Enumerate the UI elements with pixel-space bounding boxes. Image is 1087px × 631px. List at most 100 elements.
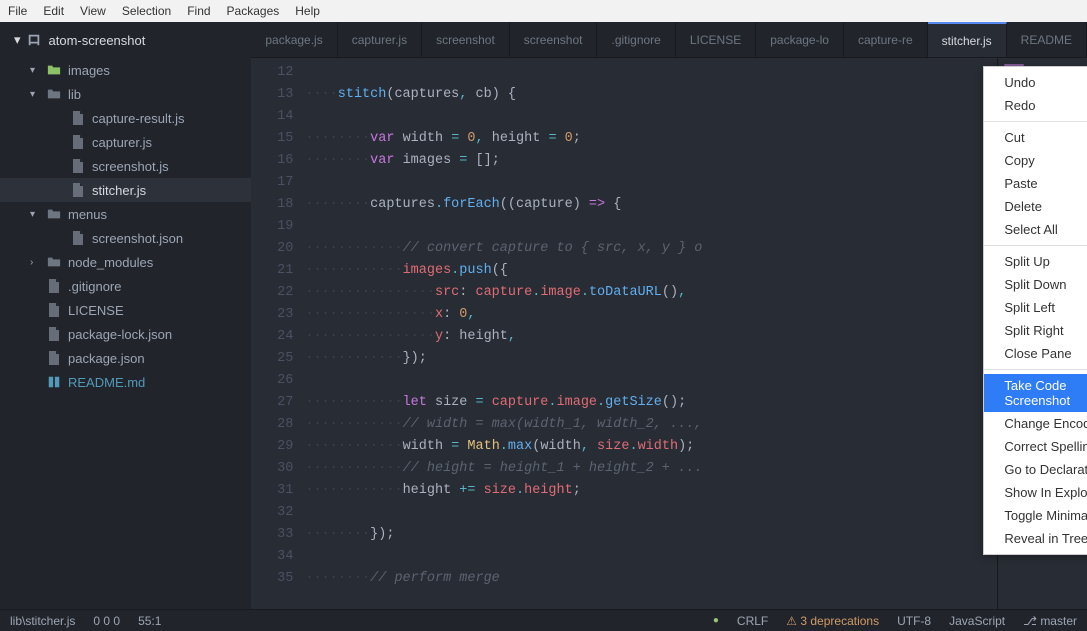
file-icon xyxy=(46,351,62,365)
tab-bar: package.jscapturer.jsscreenshotscreensho… xyxy=(251,22,1087,58)
context-menu-show-in-explorer[interactable]: Show In Explorer xyxy=(984,481,1087,504)
context-menu-reveal-in-tree-view[interactable]: Reveal in Tree View xyxy=(984,527,1087,550)
folder-icon xyxy=(46,87,62,101)
context-menu-delete[interactable]: Delete xyxy=(984,195,1087,218)
status-dot-icon: ● xyxy=(713,615,719,626)
status-path[interactable]: lib\stitcher.js xyxy=(10,614,75,628)
context-menu-separator xyxy=(984,369,1087,370)
status-bar: lib\stitcher.js 0 0 0 55:1 ● CRLF ⚠ 3 de… xyxy=(0,609,1087,631)
context-menu-split-left[interactable]: Split Left xyxy=(984,296,1087,319)
menu-selection[interactable]: Selection xyxy=(122,4,171,18)
tab-screenshot[interactable]: screenshot xyxy=(510,22,598,57)
tab-stitcher-js[interactable]: stitcher.js xyxy=(928,22,1007,57)
tab--gitignore[interactable]: .gitignore xyxy=(597,22,675,57)
editor-area: package.jscapturer.jsscreenshotscreensho… xyxy=(251,22,1087,609)
status-grammar[interactable]: JavaScript xyxy=(949,614,1005,628)
git-branch-icon: ⎇ xyxy=(1023,614,1037,628)
menu-help[interactable]: Help xyxy=(295,4,320,18)
tree-label: package.json xyxy=(68,351,145,366)
file-icon xyxy=(70,111,86,125)
tree-label: screenshot.json xyxy=(92,231,183,246)
workspace: ▾ atom-screenshot ▾images▾libcapture-res… xyxy=(0,22,1087,609)
context-menu-toggle-minimap[interactable]: Toggle Minimap xyxy=(984,504,1087,527)
tree-label: lib xyxy=(68,87,81,102)
context-menu-change-encoding[interactable]: Change Encoding xyxy=(984,412,1087,435)
gutter: 1213141516171819202122232425262728293031… xyxy=(251,58,305,609)
file-icon xyxy=(70,183,86,197)
tree-label: package-lock.json xyxy=(68,327,172,342)
tree-folder-images[interactable]: ▾images xyxy=(0,58,251,82)
project-name: atom-screenshot xyxy=(49,33,146,48)
file-icon xyxy=(70,135,86,149)
file-icon xyxy=(46,279,62,293)
repo-icon xyxy=(27,33,41,47)
tree-file-stitcher-js[interactable]: stitcher.js xyxy=(0,178,251,202)
status-diagnostics[interactable]: 0 0 0 xyxy=(93,614,120,628)
tree-file-capturer-js[interactable]: capturer.js xyxy=(0,130,251,154)
context-menu-close-pane[interactable]: Close Pane xyxy=(984,342,1087,365)
tree-file-package-json[interactable]: package.json xyxy=(0,346,251,370)
context-menu-split-up[interactable]: Split Up xyxy=(984,250,1087,273)
sidebar: ▾ atom-screenshot ▾images▾libcapture-res… xyxy=(0,22,251,609)
menubar: File Edit View Selection Find Packages Help xyxy=(0,0,1087,22)
tree-label: images xyxy=(68,63,110,78)
menu-edit[interactable]: Edit xyxy=(43,4,64,18)
context-menu-paste[interactable]: Paste xyxy=(984,172,1087,195)
tree-folder-menus[interactable]: ▾menus xyxy=(0,202,251,226)
status-cursor[interactable]: 55:1 xyxy=(138,614,161,628)
tree-file-license[interactable]: LICENSE xyxy=(0,298,251,322)
tree-file-readme-md[interactable]: README.md xyxy=(0,370,251,394)
context-menu-go-to-declaration[interactable]: Go to Declaration xyxy=(984,458,1087,481)
tree-folder-node-modules[interactable]: ›node_modules xyxy=(0,250,251,274)
context-menu-correct-spelling[interactable]: Correct Spelling xyxy=(984,435,1087,458)
tree-label: capturer.js xyxy=(92,135,152,150)
menu-find[interactable]: Find xyxy=(187,4,210,18)
status-deprecations[interactable]: ⚠ 3 deprecations xyxy=(786,614,879,628)
status-branch[interactable]: ⎇ master xyxy=(1023,614,1077,628)
context-menu-copy[interactable]: Copy xyxy=(984,149,1087,172)
tab-capture-re[interactable]: capture-re xyxy=(844,22,928,57)
context-menu-undo[interactable]: Undo xyxy=(984,71,1087,94)
tree-file--gitignore[interactable]: .gitignore xyxy=(0,274,251,298)
tree-label: .gitignore xyxy=(68,279,121,294)
tab-package-lo[interactable]: package-lo xyxy=(756,22,844,57)
tab-license[interactable]: LICENSE xyxy=(676,22,756,57)
menu-file[interactable]: File xyxy=(8,4,27,18)
tab-readme[interactable]: README xyxy=(1007,22,1087,57)
tree-label: node_modules xyxy=(68,255,153,270)
tree-label: LICENSE xyxy=(68,303,124,318)
context-menu-separator xyxy=(984,245,1087,246)
tree-folder-lib[interactable]: ▾lib xyxy=(0,82,251,106)
file-icon xyxy=(70,231,86,245)
tree-file-capture-result-js[interactable]: capture-result.js xyxy=(0,106,251,130)
context-menu-split-right[interactable]: Split Right xyxy=(984,319,1087,342)
status-eol[interactable]: CRLF xyxy=(737,614,768,628)
chevron-down-icon: ▾ xyxy=(14,32,21,48)
file-icon xyxy=(46,327,62,341)
context-menu-take-code-screenshot[interactable]: Take Code Screenshot xyxy=(984,374,1087,412)
folder-icon xyxy=(46,255,62,269)
tree-file-screenshot-js[interactable]: screenshot.js xyxy=(0,154,251,178)
file-icon xyxy=(46,303,62,317)
tab-capturer-js[interactable]: capturer.js xyxy=(338,22,422,57)
tab-screenshot[interactable]: screenshot xyxy=(422,22,510,57)
status-encoding[interactable]: UTF-8 xyxy=(897,614,931,628)
code-editor[interactable]: ····stitch(captures, cb) { ········var w… xyxy=(305,58,997,609)
context-menu-split-down[interactable]: Split Down xyxy=(984,273,1087,296)
menu-packages[interactable]: Packages xyxy=(227,4,280,18)
tree-file-package-lock-json[interactable]: package-lock.json xyxy=(0,322,251,346)
folder-icon xyxy=(46,207,62,221)
context-menu-select-all[interactable]: Select All xyxy=(984,218,1087,241)
context-menu: UndoRedo CutCopyPasteDeleteSelect All Spli… xyxy=(983,66,1087,555)
file-icon xyxy=(70,159,86,173)
tree-file-screenshot-json[interactable]: screenshot.json xyxy=(0,226,251,250)
file-icon xyxy=(46,375,62,389)
editor-body: 1213141516171819202122232425262728293031… xyxy=(251,58,1087,609)
project-header[interactable]: ▾ atom-screenshot xyxy=(0,22,251,58)
context-menu-redo[interactable]: Redo xyxy=(984,94,1087,117)
tree-label: screenshot.js xyxy=(92,159,169,174)
tree-label: menus xyxy=(68,207,107,222)
tab-package-js[interactable]: package.js xyxy=(251,22,337,57)
menu-view[interactable]: View xyxy=(80,4,106,18)
context-menu-cut[interactable]: Cut xyxy=(984,126,1087,149)
